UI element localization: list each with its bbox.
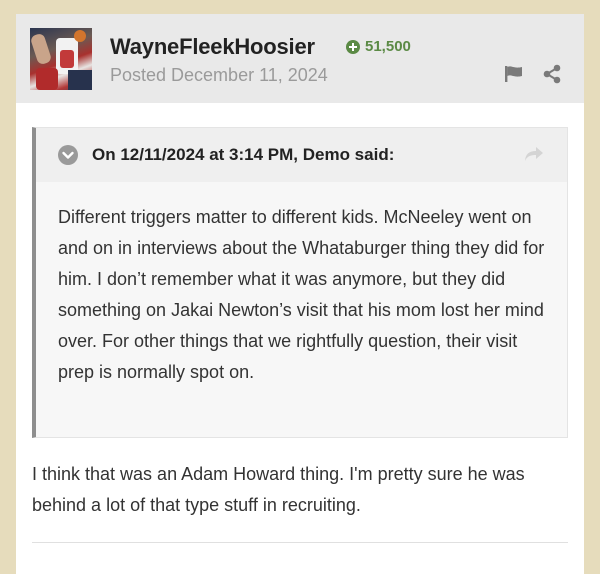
reputation-badge[interactable]: 51,500 <box>346 38 411 56</box>
flag-icon[interactable] <box>504 64 524 84</box>
forum-post: WayneFleekHoosier 51,500 Posted December… <box>16 14 584 574</box>
divider <box>32 542 568 543</box>
quote-citation: On 12/11/2024 at 3:14 PM, Demo said: <box>92 145 395 164</box>
reputation-count: 51,500 <box>365 38 411 55</box>
author-name[interactable]: WayneFleekHoosier <box>110 34 315 60</box>
quote-header: On 12/11/2024 at 3:14 PM, Demo said: <box>36 128 567 182</box>
post-header: WayneFleekHoosier 51,500 Posted December… <box>16 14 584 103</box>
share-icon[interactable] <box>542 64 562 84</box>
reply-arrow-icon[interactable] <box>523 144 545 164</box>
post-body: I think that was an Adam Howard thing. I… <box>32 464 525 515</box>
post-actions <box>504 64 562 84</box>
avatar[interactable] <box>30 28 92 90</box>
quote-text: Different triggers matter to different k… <box>58 207 545 382</box>
post-date: Posted December 11, 2024 <box>110 65 328 85</box>
plus-circle-icon <box>346 40 360 54</box>
chevron-down-icon[interactable] <box>58 145 78 165</box>
quote-block: On 12/11/2024 at 3:14 PM, Demo said: Dif… <box>32 127 568 438</box>
